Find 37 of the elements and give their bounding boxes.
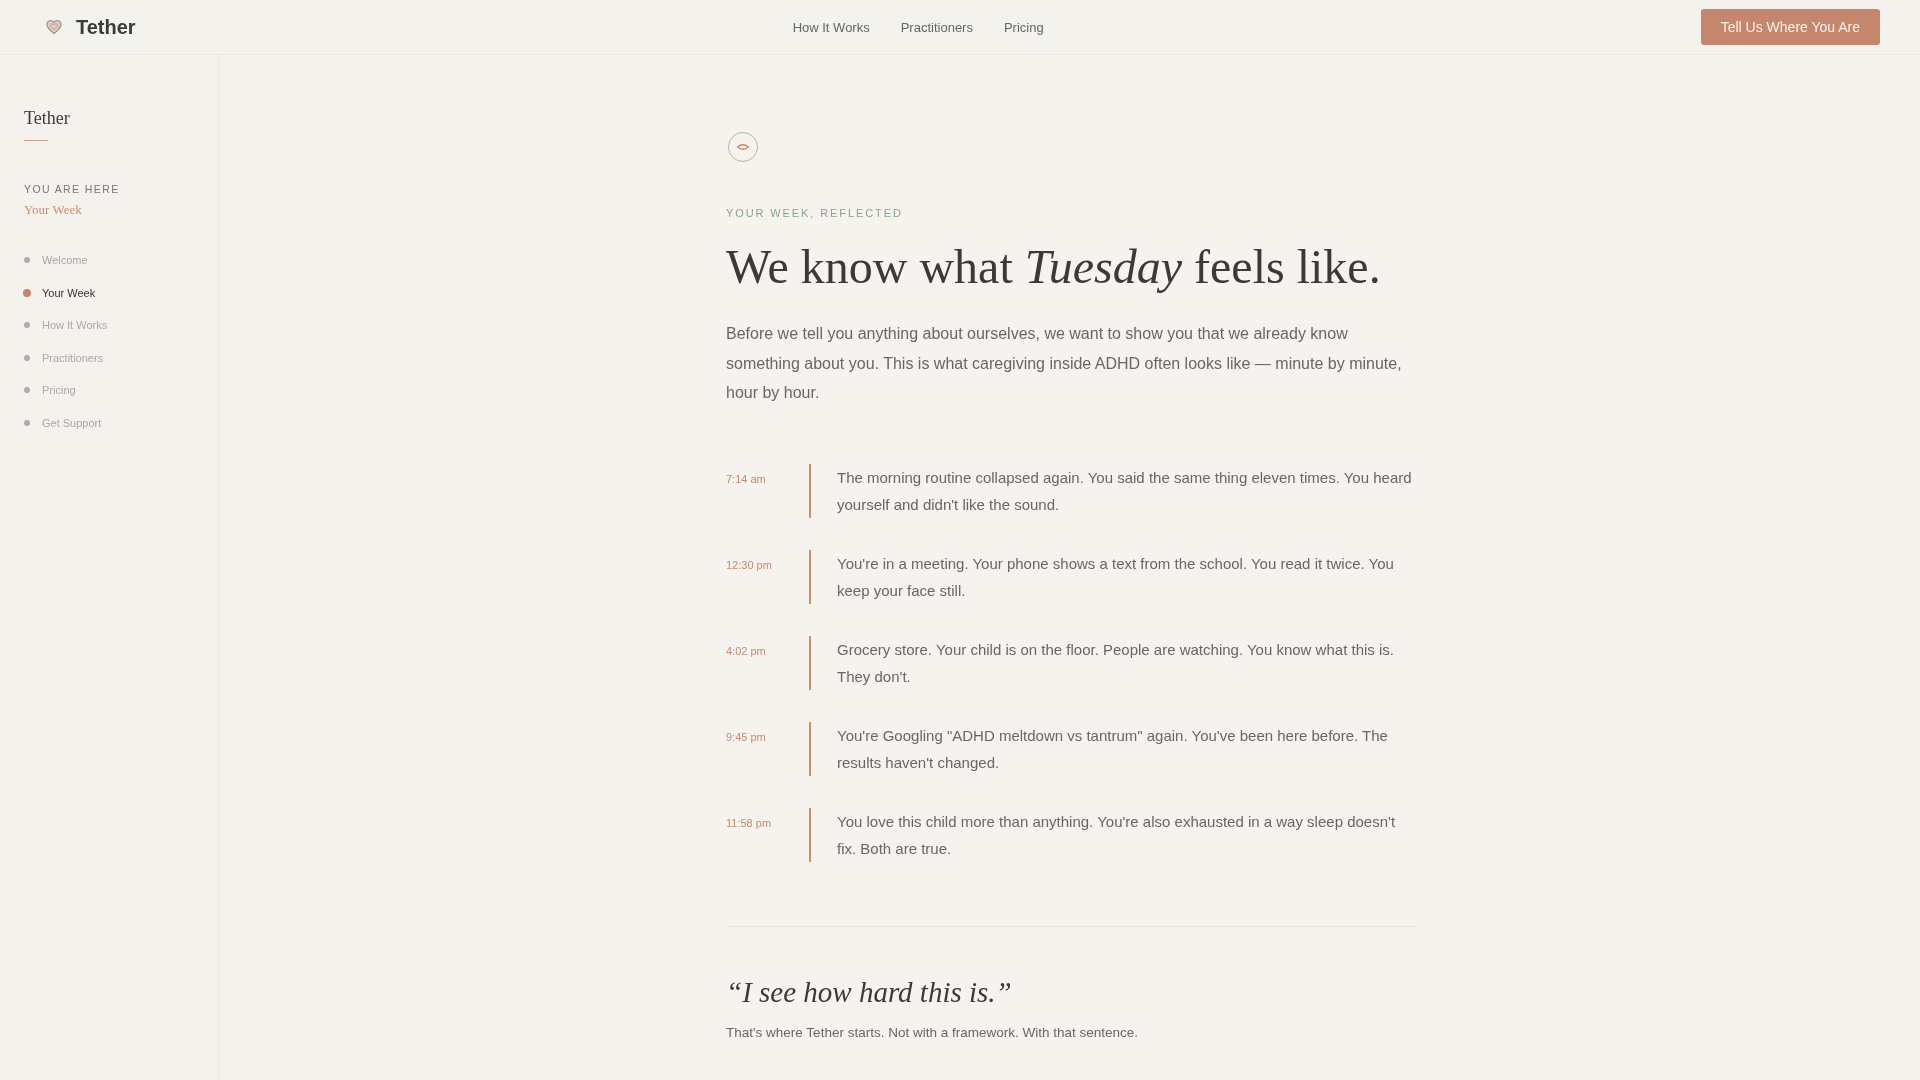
timeline-entry: You're in a meeting. Your phone shows a text from the school. You read it twice. You keep your face still. [809,549,1418,604]
dot-icon [24,419,30,426]
dot-icon [23,288,31,297]
sidebar-link[interactable]: Your Week [24,285,96,300]
sidebar-link[interactable]: Practitioners [24,350,104,365]
timeline-entry: The morning routine collapsed again. You said the same thing eleven times. You heard yourself and didn't like the sound. [809,463,1418,518]
sidebar-link[interactable]: Get Support [24,415,102,430]
nav-link[interactable]: Practitioners [900,19,973,35]
sidebar-link[interactable]: Welcome [24,253,88,267]
sidebar-link[interactable]: Pricing [24,383,76,397]
brand-name[interactable]: Tether [76,15,136,39]
timeline-entry: Grocery store. Your child is on the floor. People are watching. You know what this is. They don't. [809,635,1418,690]
sidebar-link[interactable]: How It Works [24,318,108,332]
timeline-entry: You're Googling "ADHD meltdown vs tantrum" again. You've been here before. The results haven't changed. [809,721,1418,776]
dot-icon [24,354,30,361]
timestamp: 7:14 am [726,471,767,486]
dot-icon [24,257,30,263]
cta-button[interactable]: Tell Us Where You Are [1700,9,1880,45]
timeline-entry: You love this child more than anything. You're also exhausted in a way sleep doesn't fix. Both are true. [809,807,1418,862]
dot-icon [24,387,30,393]
eye-icon [728,132,758,162]
intro-paragraph: Before we tell you anything about ourselves, we want to show you that we already know something about you. This is what caregiving inside ADHD often looks like — minute by minute, hour by hour. [726,324,1403,403]
quote: “I see how hard this is.” [726,974,1013,1010]
heart-icon [46,19,62,35]
page-heading: We know what Tuesday feels like. [726,239,1382,295]
quote-caption: That's where Tether starts. Not with a framework. With that sentence. [726,1023,1139,1042]
current-location: Your Week [24,202,83,218]
location-label: YOU ARE HERE [24,183,121,196]
nav-link[interactable]: How It Works [792,19,870,35]
section-eyebrow: YOUR WEEK, REFLECTED [726,207,904,220]
timestamp: 12:30 pm [726,557,773,572]
timestamp: 9:45 pm [726,729,767,744]
sidebar-title: Tether [24,107,71,129]
timestamp: 11:58 pm [726,815,773,830]
timestamp: 4:02 pm [726,643,767,658]
dot-icon [24,322,30,328]
nav-link[interactable]: Pricing [1003,19,1044,35]
